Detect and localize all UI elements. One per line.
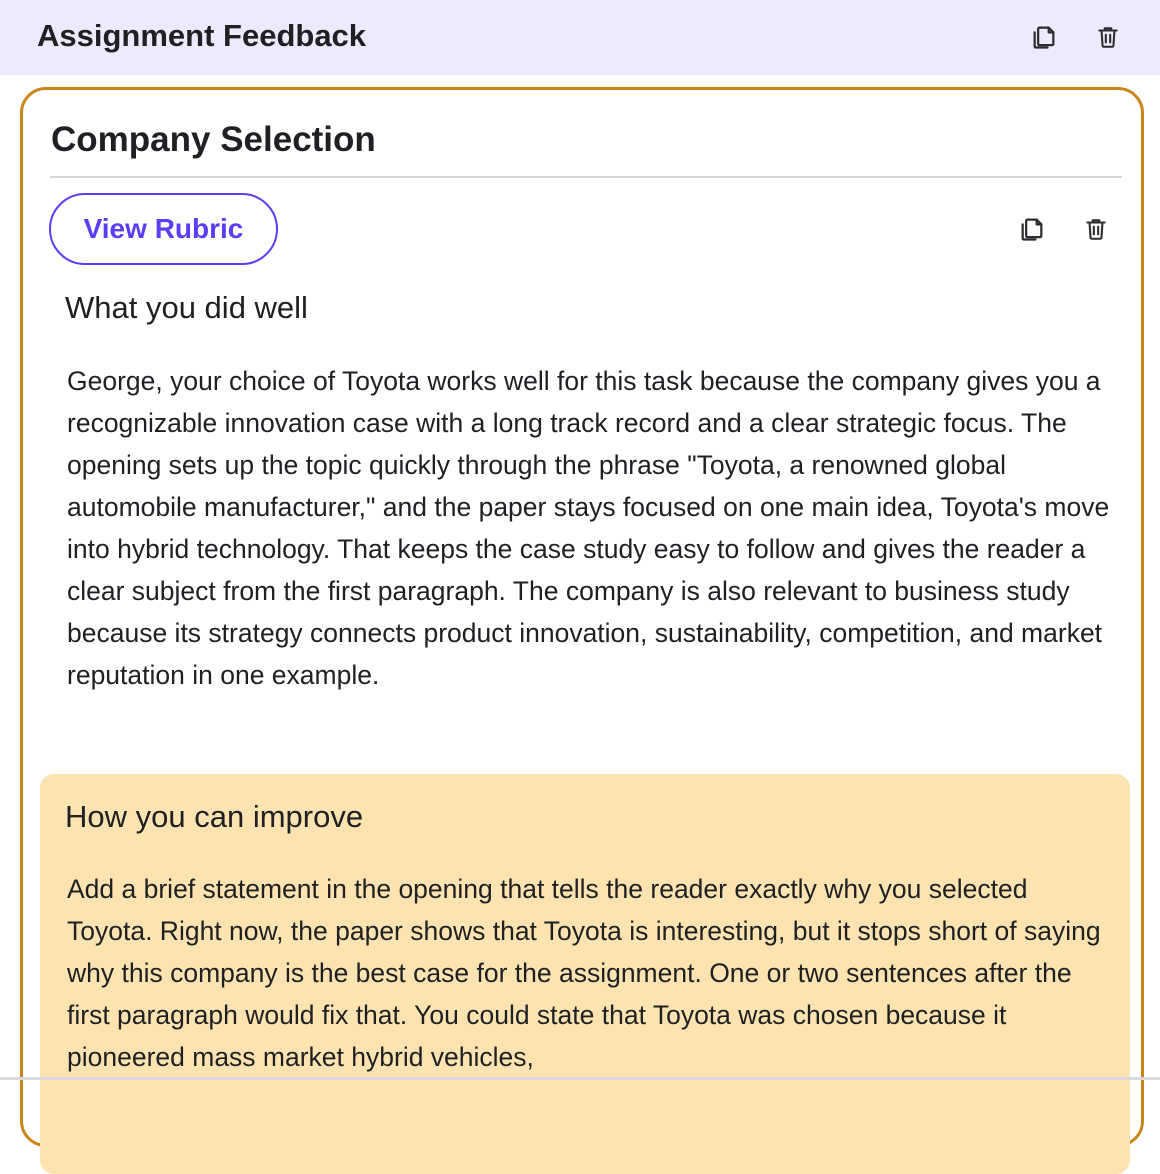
page-title: Assignment Feedback	[37, 18, 367, 53]
copy-icon[interactable]	[1026, 19, 1062, 55]
improve-body: Add a brief statement in the opening tha…	[67, 874, 1101, 1072]
feedback-card: Company Selection View Rubric What you d…	[20, 87, 1144, 1174]
divider	[50, 176, 1122, 178]
card-title: Company Selection	[51, 120, 376, 159]
view-rubric-button[interactable]: View Rubric	[49, 193, 278, 265]
well-heading: What you did well	[65, 290, 308, 325]
trash-icon[interactable]	[1090, 19, 1126, 55]
copy-icon[interactable]	[1014, 211, 1050, 247]
header-bar: Assignment Feedback	[0, 0, 1160, 75]
well-body: George, your choice of Toyota works well…	[67, 366, 1110, 690]
improve-section: How you can improve Add a brief statemen…	[40, 774, 1130, 1174]
trash-icon[interactable]	[1078, 211, 1114, 247]
improve-heading: How you can improve	[65, 799, 364, 834]
